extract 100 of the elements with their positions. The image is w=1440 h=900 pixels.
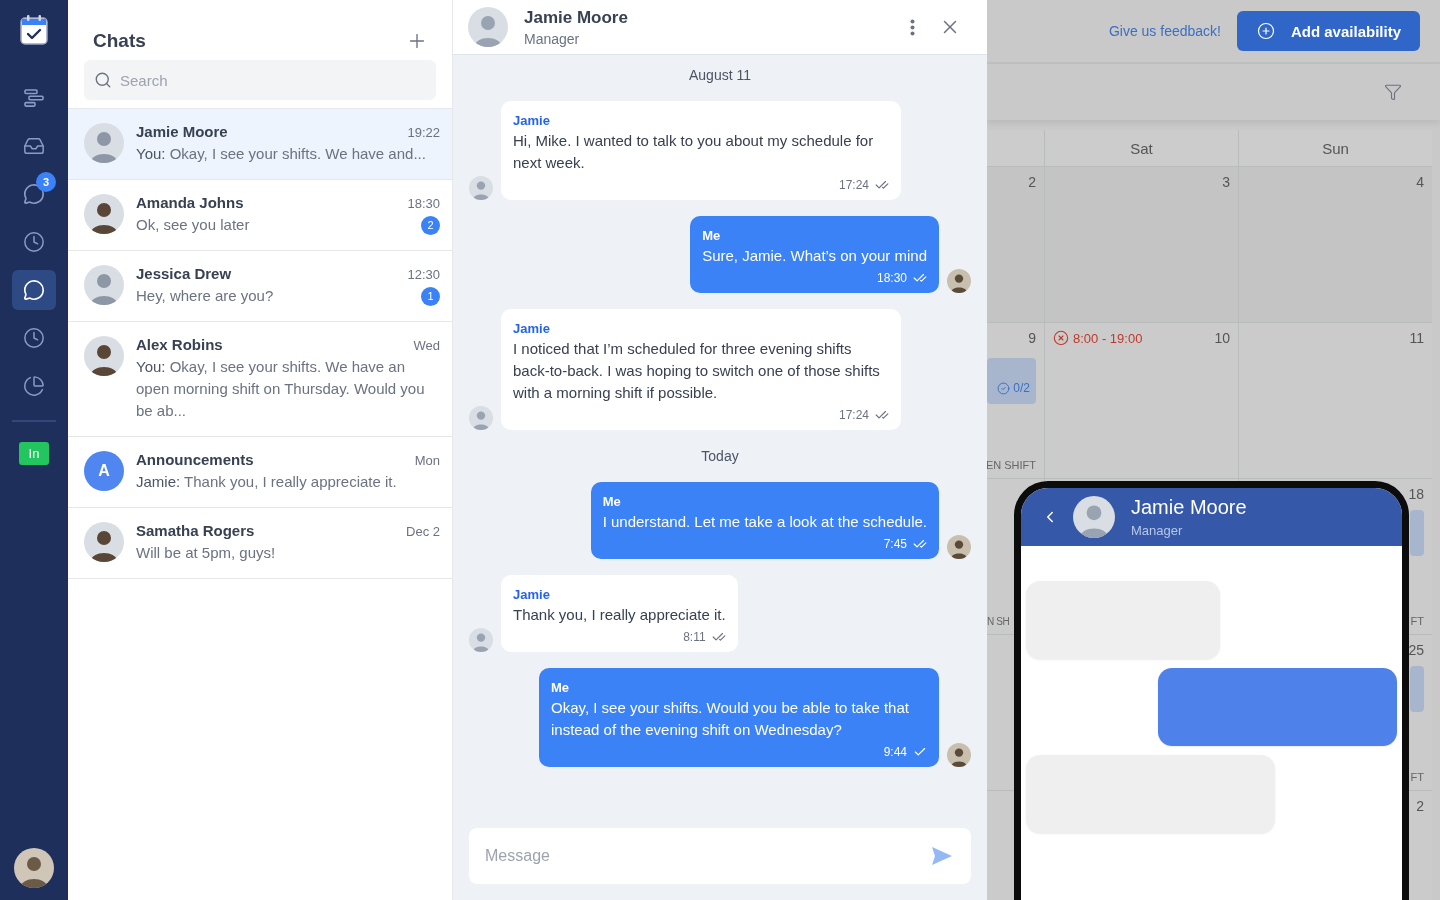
gantt-icon <box>23 87 45 109</box>
sender-name: Jamie <box>513 321 551 336</box>
check-circle-icon <box>997 382 1011 395</box>
avatar <box>947 743 971 767</box>
message-time: 17:24 <box>838 178 869 192</box>
contact-name: Jamie Moore <box>1131 496 1247 519</box>
day-number: 4 <box>1416 174 1424 190</box>
contact-name: Amanda Johns <box>136 194 244 211</box>
status-badge: In <box>18 442 50 465</box>
message-time: 12:30 <box>407 267 440 282</box>
message-text: Thank you, I really appreciate it. <box>513 605 726 625</box>
message-time: 7:45 <box>883 537 907 551</box>
avatar <box>947 535 971 559</box>
day-number: 3 <box>1222 174 1230 190</box>
contact-name: Jamie Moore <box>524 7 629 28</box>
clock-icon <box>23 327 45 349</box>
nav-button[interactable]: 3 <box>12 174 56 214</box>
message-field[interactable]: Message <box>469 828 971 884</box>
unread-badge: 1 <box>421 286 440 306</box>
contact-name: Jessica Drew <box>136 265 232 282</box>
message-preview: You: Okay, I see your shifts. We have and... <box>136 144 426 164</box>
nav-button[interactable] <box>12 270 56 310</box>
more-button[interactable] <box>910 18 915 36</box>
message-text: Hi, Mike. I wanted to talk to you about my schedule for next week. <box>513 131 875 173</box>
avatar <box>84 522 124 562</box>
day-header: Sun <box>1238 130 1432 167</box>
day-number: 18 <box>1408 486 1424 502</box>
message-time: 18:30 <box>876 271 907 285</box>
message-time: 18:30 <box>407 196 440 211</box>
avatar <box>1073 496 1115 538</box>
contact-role: Manager <box>524 30 581 47</box>
day-number: 10 <box>1214 330 1230 346</box>
message-time: 8:11 <box>683 630 706 644</box>
sender-name: Jamie <box>513 113 551 128</box>
message-preview: Jamie: Thank you, I really appreciate it. <box>136 472 397 492</box>
avatar <box>84 336 124 376</box>
shift-card[interactable]: 0/2 <box>987 358 1036 404</box>
more-icon <box>910 18 915 36</box>
avatar <box>947 269 971 293</box>
feedback-link[interactable]: Give us feedback! <box>1108 23 1221 39</box>
day-header: Sat <box>1044 130 1238 167</box>
avatar <box>469 176 493 200</box>
add-availability-button[interactable]: Add availability <box>1236 11 1420 51</box>
unread-badge: 2 <box>421 215 440 235</box>
panel-title: Chats <box>93 30 146 52</box>
message-preview: Hey, where are you? <box>136 286 274 306</box>
plus-icon <box>1256 22 1275 40</box>
filter-icon <box>1384 83 1402 101</box>
chat-icon <box>23 279 45 301</box>
calendar-cell[interactable]: 3 <box>1044 167 1238 323</box>
day-number: 2 <box>1028 174 1036 190</box>
message-time: Wed <box>413 338 440 353</box>
sender-name: Jamie <box>513 587 551 602</box>
sender-name: Me <box>702 228 722 243</box>
avatar <box>84 265 124 305</box>
shift-label: FT <box>1410 615 1424 627</box>
message-time: 17:24 <box>838 408 869 422</box>
shift-label: FT <box>1410 771 1424 783</box>
shift-label: N SH <box>987 616 1010 627</box>
avatar <box>14 848 54 888</box>
contact-name: Announcements <box>136 451 254 468</box>
calendar-cell[interactable]: 8:00 - 19:00 10 <box>1044 323 1238 479</box>
avatar <box>84 194 124 234</box>
contact-name: Samatha Rogers <box>136 522 255 539</box>
message-text: I noticed that I’m scheduled for three evening shifts back-to-back. I was hoping to switch one of those shifts with a morning shift if possible. <box>513 339 881 403</box>
message-preview: You: Okay, I see your shifts. We have an open morning shift on Thursday. Would you be ab... <box>136 357 426 421</box>
chat-item[interactable]: Jamie Moore 19:22 You: Okay, I see your shifts. We have and... <box>68 109 452 180</box>
filter-button[interactable] <box>1384 83 1402 101</box>
shift-label: EN SHIFT <box>987 459 1036 471</box>
avatar: A <box>84 451 124 491</box>
shift-count: 0/2 <box>1013 381 1030 395</box>
message-time: 9:44 <box>883 745 907 759</box>
clock-icon <box>23 231 45 253</box>
search-icon <box>94 71 112 89</box>
date-separator: August 11 <box>689 67 751 83</box>
contact-name: Alex Robins <box>136 336 223 353</box>
calendar-cell[interactable]: 4 <box>1238 167 1432 323</box>
day-number: 2 <box>1416 798 1424 814</box>
search-field[interactable]: Search <box>84 60 436 100</box>
message-text: I understand. Let me take a look at the schedule. <box>602 512 927 532</box>
unread-badge: 3 <box>36 172 56 192</box>
message-time: Dec 2 <box>406 524 440 539</box>
calendar-cell[interactable]: 2 <box>987 167 1044 323</box>
message-preview: Ok, see you later <box>136 215 250 235</box>
sender-name: Me <box>602 494 622 509</box>
avatar <box>469 628 493 652</box>
sender-name: Me <box>551 680 571 695</box>
calendar-cell[interactable]: 11 <box>1238 323 1432 479</box>
message-time: Mon <box>414 453 440 468</box>
day-number: 25 <box>1408 642 1424 658</box>
avatar <box>469 406 493 430</box>
message-time: 19:22 <box>407 125 440 140</box>
logo-icon <box>19 14 49 46</box>
message-text: Sure, Jamie. What’s on your mind <box>702 246 927 266</box>
date-separator: Today <box>701 448 739 464</box>
contact-name: Jamie Moore <box>136 123 228 140</box>
contact-role: Manager <box>1131 523 1184 538</box>
inbox-icon <box>23 135 45 157</box>
avatar <box>84 123 124 163</box>
x-circle-icon <box>1053 330 1069 346</box>
